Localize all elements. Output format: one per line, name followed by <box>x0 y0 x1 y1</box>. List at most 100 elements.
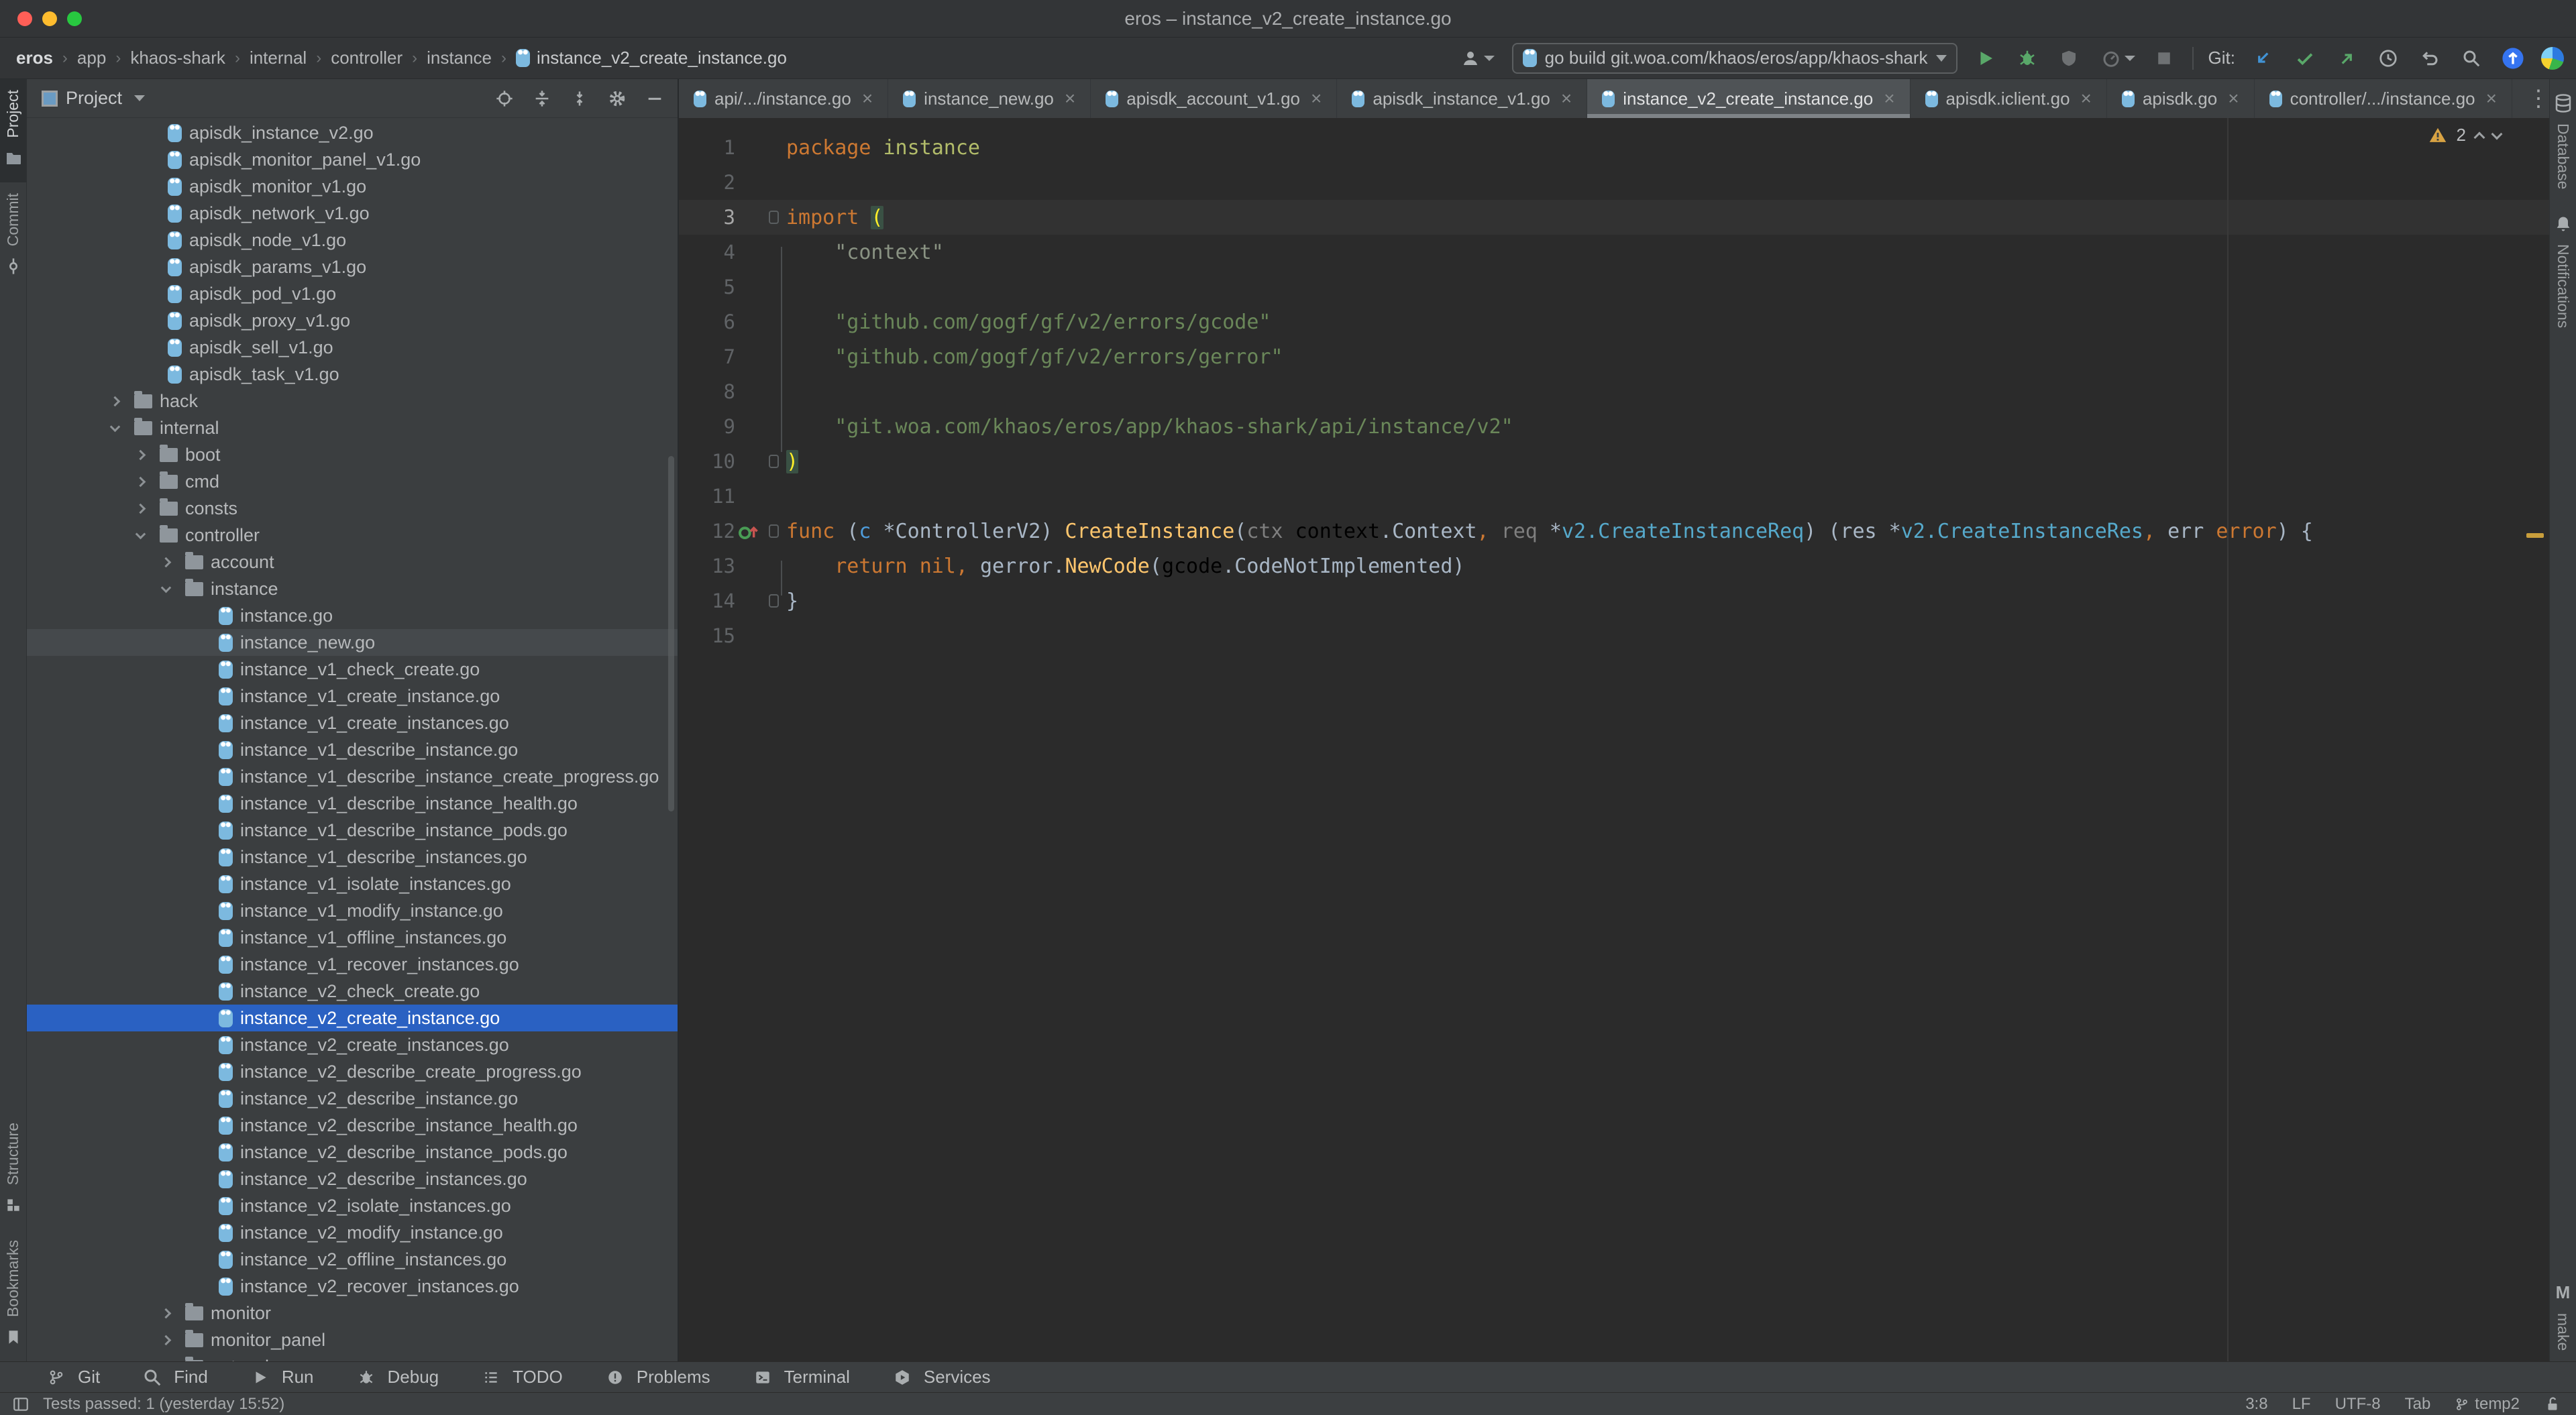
tree-file-row[interactable]: instance_v1_create_instance.go <box>27 683 678 710</box>
tree-file-row[interactable]: instance_v2_describe_instance_health.go <box>27 1112 678 1139</box>
tree-file-row[interactable]: instance_v1_describe_instance_create_pro… <box>27 763 678 790</box>
line-ending[interactable]: LF <box>2292 1395 2311 1414</box>
tree-file-row[interactable]: apisdk_node_v1.go <box>27 227 678 253</box>
tree-file-row[interactable]: instance_v2_describe_create_progress.go <box>27 1058 678 1085</box>
chevron-collapsed-icon[interactable] <box>161 1335 172 1345</box>
collapse-all-button-icon[interactable] <box>566 85 593 112</box>
file-encoding[interactable]: UTF-8 <box>2335 1395 2381 1414</box>
tree-file-row[interactable]: instance_new.go <box>27 629 678 656</box>
tree-file-row[interactable]: instance_v1_offline_instances.go <box>27 924 678 951</box>
tree-folder-row[interactable]: monitor_panel <box>27 1326 678 1353</box>
git-branch-widget[interactable]: temp2 <box>2455 1395 2520 1414</box>
tool-stripe-commit[interactable]: Commit <box>0 182 27 290</box>
tree-folder-row[interactable]: controller <box>27 522 678 549</box>
tree-file-row[interactable]: apisdk_network_v1.go <box>27 200 678 227</box>
tree-file-row[interactable]: apisdk_monitor_panel_v1.go <box>27 146 678 173</box>
tree-folder-row[interactable]: account <box>27 549 678 575</box>
tool-window-button-git[interactable]: Git <box>43 1364 100 1391</box>
tree-file-row[interactable]: instance_v1_create_instances.go <box>27 710 678 736</box>
tree-file-row[interactable]: instance_v2_create_instances.go <box>27 1031 678 1058</box>
tree-file-row[interactable]: instance_v2_describe_instance_pods.go <box>27 1139 678 1166</box>
breadcrumb-item[interactable]: app <box>77 48 106 68</box>
unlock-icon[interactable] <box>2544 1396 2561 1413</box>
run-configuration-selector[interactable]: go build git.woa.com/khaos/eros/app/khao… <box>1512 43 1957 74</box>
user-menu[interactable] <box>1454 45 1497 72</box>
run-button-icon[interactable] <box>1972 45 1999 72</box>
tool-window-button-services[interactable]: Services <box>889 1364 991 1391</box>
tree-folder-row[interactable]: boot <box>27 441 678 468</box>
breadcrumb-item[interactable]: instance <box>427 48 492 68</box>
expand-all-button-icon[interactable] <box>529 85 555 112</box>
chevron-expanded-icon[interactable] <box>110 421 121 432</box>
fold-marker-icon[interactable] <box>769 524 779 538</box>
editor-tab[interactable]: apisdk.go× <box>2107 79 2255 118</box>
tree-file-row[interactable]: instance_v2_offline_instances.go <box>27 1246 678 1273</box>
plugin-sphere-icon[interactable] <box>2541 47 2564 70</box>
tool-stripe-notifications[interactable]: Notifications <box>2550 200 2576 339</box>
error-stripe-warning-mark[interactable] <box>2526 533 2544 538</box>
chevron-collapsed-icon[interactable] <box>110 396 121 406</box>
tool-stripe-project[interactable]: Project <box>0 79 27 182</box>
tree-file-row[interactable]: instance_v1_describe_instance_pods.go <box>27 817 678 844</box>
hide-panel-button-icon[interactable] <box>641 85 668 112</box>
editor-tab[interactable]: instance_v2_create_instance.go× <box>1587 79 1910 118</box>
breadcrumb-item[interactable]: khaos-shark <box>130 48 225 68</box>
tree-file-row[interactable]: apisdk_instance_v2.go <box>27 119 678 146</box>
tool-stripe-structure[interactable]: Structure <box>0 1112 27 1229</box>
breadcrumb-item[interactable]: internal <box>250 48 307 68</box>
tree-file-row[interactable]: apisdk_params_v1.go <box>27 253 678 280</box>
tool-stripe-bookmarks[interactable]: Bookmarks <box>0 1229 27 1361</box>
editor-tab[interactable]: apisdk_account_v1.go× <box>1091 79 1337 118</box>
stop-button-icon[interactable] <box>2151 45 2178 72</box>
tree-folder-row[interactable]: cmd <box>27 468 678 495</box>
tree-file-row[interactable]: instance_v1_isolate_instances.go <box>27 870 678 897</box>
tree-file-row[interactable]: instance_v1_describe_instances.go <box>27 844 678 870</box>
run-with-coverage-button-icon[interactable] <box>2055 45 2082 72</box>
tree-file-row[interactable]: apisdk_pod_v1.go <box>27 280 678 307</box>
tree-folder-row[interactable]: hack <box>27 388 678 414</box>
layout-icon[interactable] <box>12 1396 30 1413</box>
tab-close-icon[interactable]: × <box>1311 88 1322 109</box>
locate-file-button-icon[interactable] <box>491 85 518 112</box>
tree-folder-row[interactable]: network <box>27 1353 678 1361</box>
implements-method-icon[interactable] <box>735 520 761 542</box>
next-problem-icon[interactable] <box>2491 128 2503 139</box>
editor-tab[interactable]: controller/.../instance.go× <box>2255 79 2512 118</box>
profiler-button[interactable] <box>2097 45 2136 72</box>
chevron-collapsed-icon[interactable] <box>161 557 172 567</box>
chevron-collapsed-icon[interactable] <box>161 1308 172 1318</box>
tree-folder-row[interactable]: internal <box>27 414 678 441</box>
breadcrumb-file[interactable]: instance_v2_create_instance.go <box>516 48 787 68</box>
tool-stripe-database[interactable]: Database <box>2550 79 2576 200</box>
tree-file-row[interactable]: apisdk_proxy_v1.go <box>27 307 678 334</box>
tool-stripe-make[interactable]: Mmake <box>2550 1269 2576 1361</box>
fold-column[interactable] <box>761 211 786 224</box>
tree-file-row[interactable]: instance_v2_modify_instance.go <box>27 1219 678 1246</box>
tool-window-button-debug[interactable]: Debug <box>353 1364 439 1391</box>
chevron-collapsed-icon[interactable] <box>136 449 146 460</box>
tab-close-icon[interactable]: × <box>1561 88 1572 109</box>
panel-settings-button-icon[interactable] <box>604 85 631 112</box>
tree-folder-row[interactable]: consts <box>27 495 678 522</box>
tree-file-row[interactable]: instance_v1_describe_instance_health.go <box>27 790 678 817</box>
fold-column[interactable] <box>761 594 786 608</box>
editor-tab[interactable]: api/.../instance.go× <box>679 79 888 118</box>
tree-file-row[interactable]: instance_v1_modify_instance.go <box>27 897 678 924</box>
project-scrollbar[interactable] <box>668 456 674 811</box>
editor-tab[interactable]: apisdk.iclient.go× <box>1911 79 2107 118</box>
tree-file-row[interactable]: instance_v1_recover_instances.go <box>27 951 678 978</box>
inspection-widget[interactable]: 2 <box>2428 125 2501 146</box>
tab-close-icon[interactable]: × <box>2486 88 2497 109</box>
fold-marker-icon[interactable] <box>769 455 779 468</box>
tree-file-row[interactable]: instance_v2_isolate_instances.go <box>27 1192 678 1219</box>
code-editor[interactable]: 1package instance23import (4 "context"56… <box>679 118 2549 1361</box>
prev-problem-icon[interactable] <box>2474 131 2485 143</box>
chevron-expanded-icon[interactable] <box>136 528 146 539</box>
tree-file-row[interactable]: instance_v2_describe_instances.go <box>27 1166 678 1192</box>
tree-file-row[interactable]: instance_v1_check_create.go <box>27 656 678 683</box>
fold-marker-icon[interactable] <box>769 211 779 224</box>
git-push-button-icon[interactable] <box>2333 45 2360 72</box>
debug-button-icon[interactable] <box>2014 45 2041 72</box>
tool-window-button-todo[interactable]: TODO <box>478 1364 563 1391</box>
tree-file-row[interactable]: instance_v2_create_instance.go <box>27 1005 678 1031</box>
